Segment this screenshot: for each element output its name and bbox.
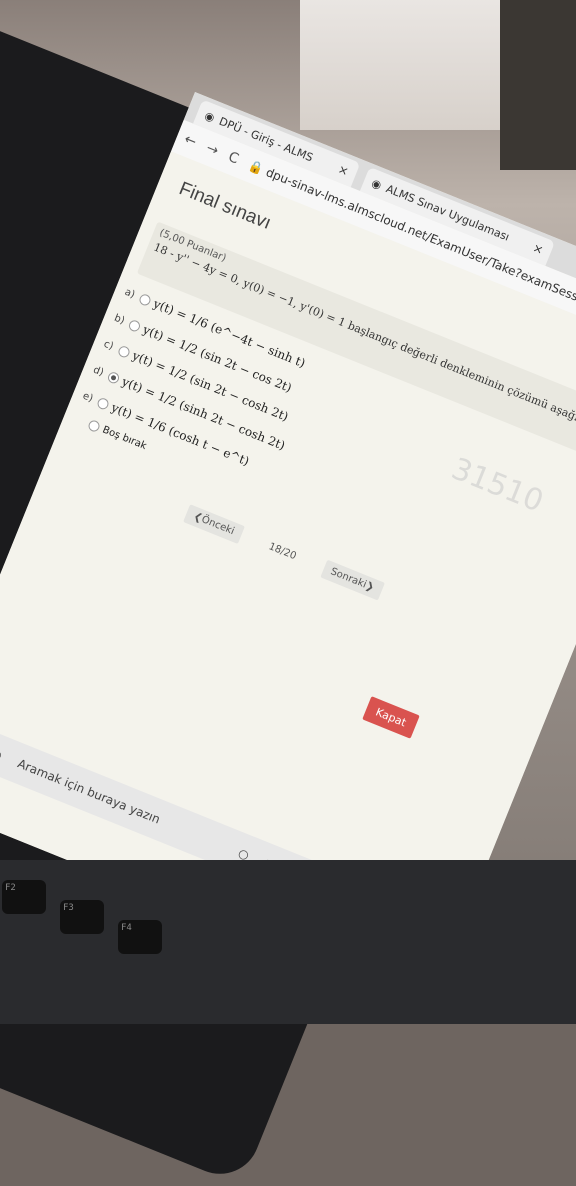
page-title: Final sınavı bbox=[176, 178, 275, 234]
radio-button[interactable] bbox=[117, 344, 132, 359]
globe-icon: ◉ bbox=[369, 175, 384, 192]
lock-icon: 🔒 bbox=[246, 158, 266, 177]
curtain bbox=[500, 0, 576, 170]
question-navigation: ❮Önceki 18/20 Sonraki❯ bbox=[183, 504, 385, 601]
back-icon[interactable]: ← bbox=[182, 131, 199, 150]
next-button[interactable]: Sonraki❯ bbox=[320, 559, 385, 601]
close-icon[interactable]: × bbox=[336, 162, 351, 179]
globe-icon: ◉ bbox=[202, 108, 217, 125]
key-f2[interactable]: F2 bbox=[2, 880, 46, 914]
forward-icon[interactable]: → bbox=[204, 140, 221, 159]
option-letter: a) bbox=[123, 286, 137, 301]
option-letter: c) bbox=[102, 338, 116, 352]
reload-icon[interactable]: C bbox=[226, 149, 241, 167]
radio-button[interactable] bbox=[86, 418, 102, 434]
radio-button-selected[interactable] bbox=[106, 370, 121, 385]
key-f3[interactable]: F3 bbox=[60, 900, 104, 934]
option-letter: b) bbox=[112, 312, 127, 327]
close-exam-button[interactable]: Kapat bbox=[362, 696, 420, 739]
previous-button[interactable]: ❮Önceki bbox=[183, 504, 245, 544]
watermark: 31510 bbox=[446, 451, 549, 520]
close-icon[interactable]: × bbox=[531, 241, 546, 258]
option-letter: d) bbox=[91, 364, 106, 379]
search-icon[interactable]: ○ bbox=[0, 746, 4, 763]
radio-button[interactable] bbox=[127, 318, 142, 333]
key-f4[interactable]: F4 bbox=[118, 920, 162, 954]
progress-indicator: 18/20 bbox=[266, 541, 298, 563]
radio-button[interactable] bbox=[138, 292, 153, 307]
keyboard: F2 F3 F4 bbox=[0, 860, 576, 1024]
option-letter: e) bbox=[81, 390, 95, 405]
window-light bbox=[300, 0, 500, 130]
radio-button[interactable] bbox=[96, 396, 111, 411]
option-text: Boş bırak bbox=[100, 424, 149, 453]
